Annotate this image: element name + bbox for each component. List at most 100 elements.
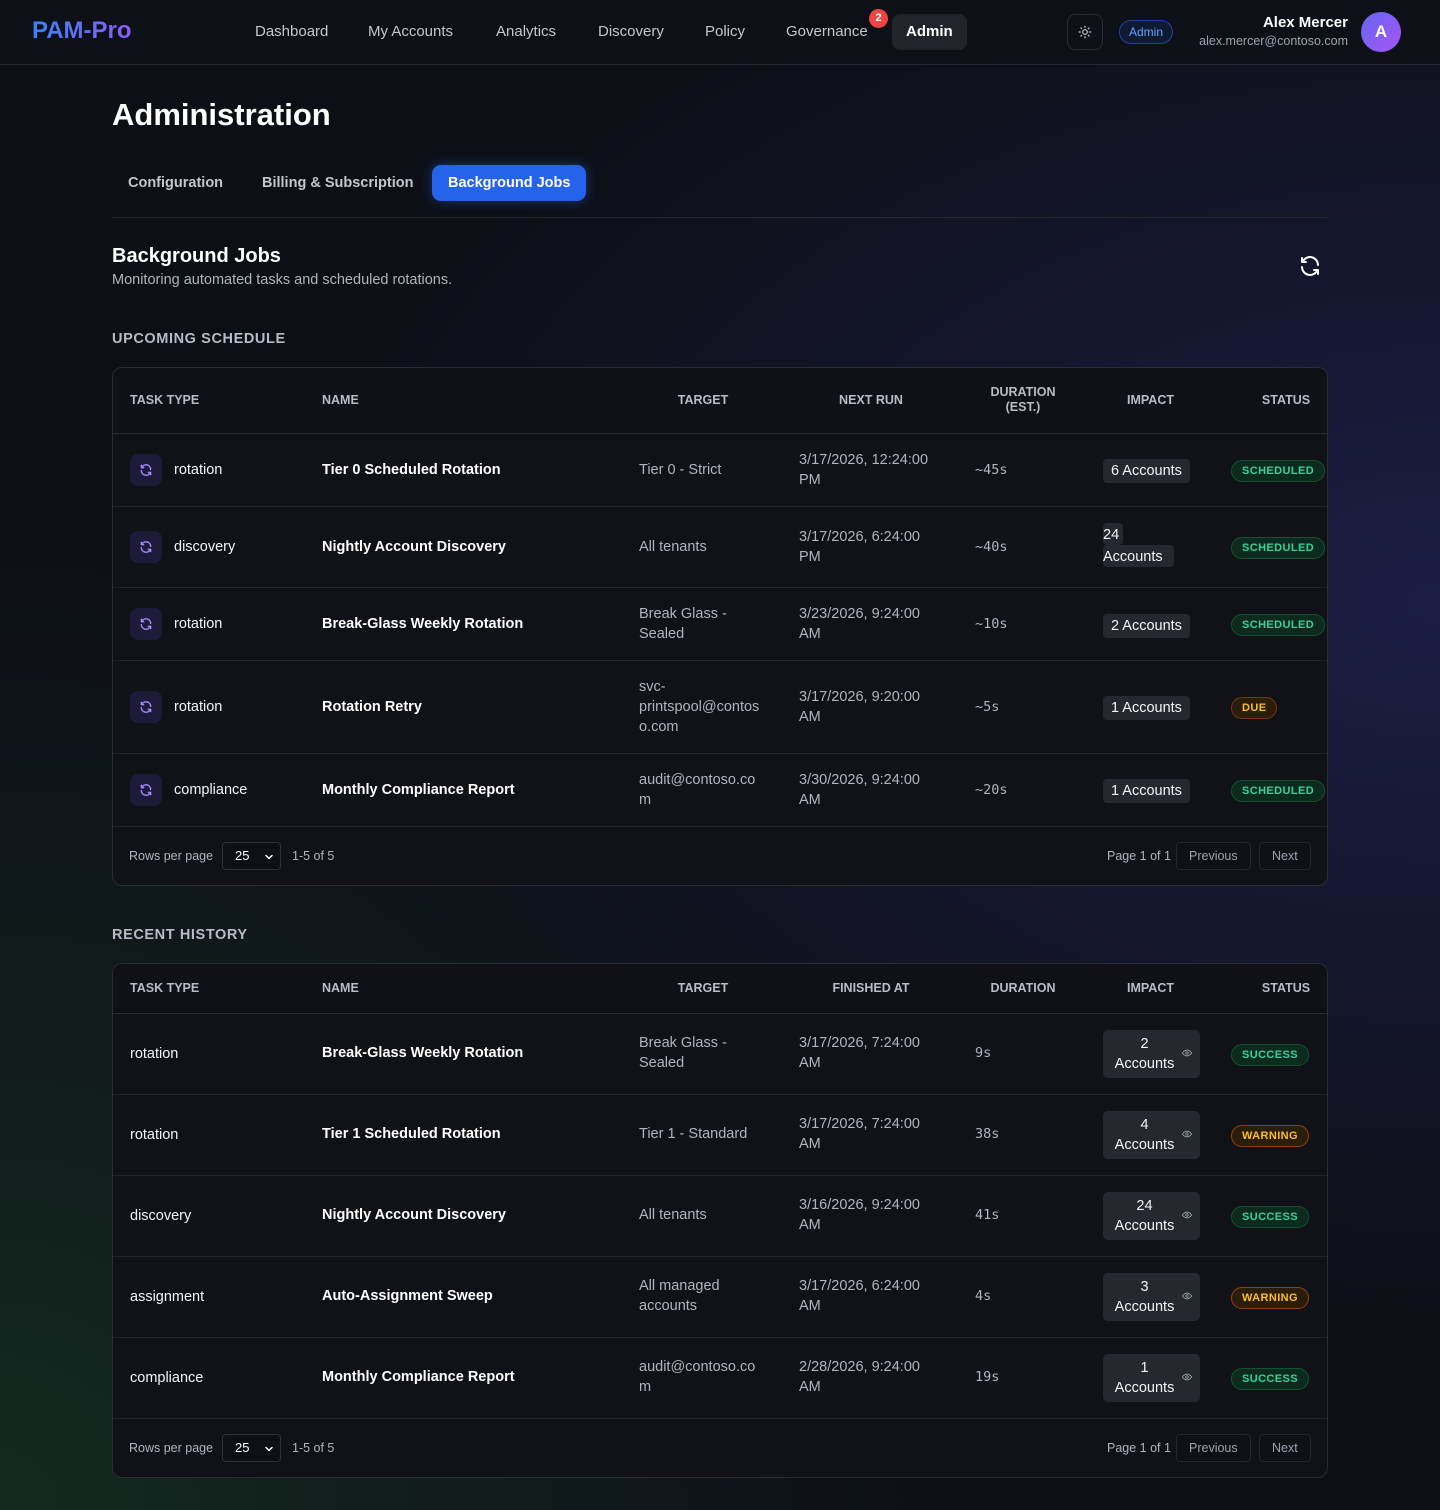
job-name: Monthly Compliance Report [322, 782, 515, 798]
job-target: All tenants [639, 1207, 707, 1223]
upcoming-schedule-label: UPCOMING SCHEDULE [112, 331, 286, 347]
section-subtitle: Monitoring automated tasks and scheduled… [112, 272, 453, 288]
tab-billing[interactable]: Billing & Subscription [246, 165, 429, 201]
col-next-run[interactable]: NEXT RUN [818, 393, 924, 408]
task-type: rotation [130, 1127, 179, 1143]
tab-background-jobs[interactable]: Background Jobs [432, 165, 587, 201]
theme-toggle-button[interactable] [1067, 14, 1103, 50]
col-duration-line-1: DURATION [990, 385, 1056, 399]
col-task-type[interactable]: TASK TYPE [130, 981, 199, 996]
col-status[interactable]: STATUS [1253, 393, 1319, 408]
status-badge: WARNING [1231, 1125, 1309, 1147]
table-row[interactable]: rotation Break-Glass Weekly Rotation Bre… [113, 1014, 1327, 1095]
table-row[interactable]: rotation Break-Glass Weekly Rotation Bre… [113, 588, 1327, 661]
page-indicator: Page 1 of 1 [1107, 1441, 1171, 1455]
impact-button[interactable]: 1 Accounts [1103, 1354, 1200, 1402]
next-button[interactable]: Next [1259, 1434, 1311, 1462]
nav-dashboard[interactable]: Dashboard [241, 14, 342, 50]
tab-configuration[interactable]: Configuration [112, 165, 239, 201]
nav-admin[interactable]: Admin [892, 14, 967, 50]
duration: 4s [975, 1288, 992, 1304]
job-name: Rotation Retry [322, 699, 422, 715]
eye-icon [1182, 1373, 1192, 1381]
rows-per-page-label: Rows per page [129, 849, 214, 863]
user-email: alex.mercer@contoso.com [1199, 34, 1348, 48]
finished-at: 3/17/2026, 7:24:00 AM [799, 1116, 920, 1152]
job-target: svc-printspool@contos o.com [639, 679, 760, 735]
task-type: rotation [130, 1046, 179, 1062]
table-row[interactable]: discovery Nightly Account Discovery All … [113, 507, 1327, 588]
avatar[interactable]: A [1361, 12, 1401, 52]
impact-button[interactable]: 24 Accounts [1103, 1192, 1200, 1240]
job-name: Break-Glass Weekly Rotation [322, 1045, 524, 1061]
job-name: Nightly Account Discovery [322, 539, 506, 555]
refresh-button[interactable] [1298, 254, 1322, 278]
nav-policy[interactable]: Policy [691, 14, 759, 50]
job-target: Break Glass - Sealed [639, 1035, 727, 1071]
col-duration[interactable]: DURATION (EST.) [978, 385, 1068, 415]
duration: 41s [975, 1207, 1000, 1223]
impact-button[interactable]: 2 Accounts [1103, 1030, 1200, 1078]
app-logo[interactable]: PAM-Pro [32, 17, 132, 45]
col-target[interactable]: TARGET [659, 981, 747, 996]
col-impact[interactable]: IMPACT [1108, 981, 1193, 996]
nav-analytics[interactable]: Analytics [482, 14, 570, 50]
job-name: Auto-Assignment Sweep [322, 1288, 493, 1304]
nav-governance[interactable]: Governance [772, 14, 882, 50]
next-button[interactable]: Next [1259, 842, 1311, 870]
finished-at: 3/17/2026, 7:24:00 AM [799, 1035, 920, 1071]
eye-icon [1182, 1049, 1192, 1057]
rotate-icon [140, 784, 152, 796]
next-run: 3/17/2026, 9:20:00 AM [799, 689, 920, 725]
status-badge: DUE [1231, 697, 1278, 719]
task-type: compliance [174, 782, 248, 798]
page-range: 1-5 of 5 [292, 1441, 335, 1455]
rows-per-page-select[interactable]: 25 [222, 1434, 281, 1462]
col-duration-line-2: (EST.) [1005, 400, 1041, 414]
status-badge: SUCCESS [1231, 1206, 1309, 1228]
col-task-type[interactable]: TASK TYPE [130, 393, 199, 408]
impact-button[interactable]: 3 Accounts [1103, 1273, 1200, 1321]
job-name: Monthly Compliance Report [322, 1369, 515, 1385]
top-navigation: PAM-Pro Dashboard My Accounts Analytics … [0, 0, 1440, 65]
sun-icon [1078, 25, 1092, 39]
impact: 1 Accounts [1103, 696, 1190, 720]
col-impact[interactable]: IMPACT [1108, 393, 1193, 408]
table-row[interactable]: rotation Tier 0 Scheduled Rotation Tier … [113, 434, 1327, 507]
table-row[interactable]: discovery Nightly Account Discovery All … [113, 1176, 1327, 1257]
job-target: Tier 1 - Standard [639, 1126, 748, 1142]
refresh-icon [1301, 256, 1319, 276]
table-row[interactable]: compliance Monthly Compliance Report aud… [113, 754, 1327, 827]
table-row[interactable]: rotation Rotation Retry svc-printspool@c… [113, 661, 1327, 754]
duration: ~20s [975, 782, 1008, 798]
col-target[interactable]: TARGET [659, 393, 747, 408]
col-duration[interactable]: DURATION [978, 981, 1068, 996]
table-row[interactable]: compliance Monthly Compliance Report aud… [113, 1338, 1327, 1419]
col-name[interactable]: NAME [322, 393, 359, 408]
eye-icon [1182, 1130, 1192, 1138]
rotate-icon [140, 541, 152, 553]
role-badge: Admin [1119, 20, 1174, 44]
duration: ~10s [975, 616, 1008, 632]
task-type: rotation [174, 616, 223, 632]
status-badge: SCHEDULED [1231, 780, 1326, 802]
duration: 9s [975, 1045, 992, 1061]
page-indicator: Page 1 of 1 [1107, 849, 1171, 863]
user-name: Alex Mercer [1262, 14, 1348, 31]
tabs-divider [112, 217, 1328, 218]
table-row[interactable]: rotation Tier 1 Scheduled Rotation Tier … [113, 1095, 1327, 1176]
task-type: discovery [174, 539, 236, 555]
col-name[interactable]: NAME [322, 981, 359, 996]
nav-my-accounts[interactable]: My Accounts [354, 14, 467, 50]
col-finished-at[interactable]: FINISHED AT [818, 981, 924, 996]
table-row[interactable]: assignment Auto-Assignment Sweep All man… [113, 1257, 1327, 1338]
job-target: Tier 0 - Strict [639, 462, 722, 478]
impact-button[interactable]: 4 Accounts [1103, 1111, 1200, 1159]
nav-discovery[interactable]: Discovery [584, 14, 678, 50]
rows-per-page-select[interactable]: 25 [222, 842, 281, 870]
previous-button[interactable]: Previous [1176, 1434, 1251, 1462]
recent-history-label: RECENT HISTORY [112, 927, 248, 943]
previous-button[interactable]: Previous [1176, 842, 1251, 870]
col-status[interactable]: STATUS [1253, 981, 1319, 996]
duration: 19s [975, 1369, 1000, 1385]
